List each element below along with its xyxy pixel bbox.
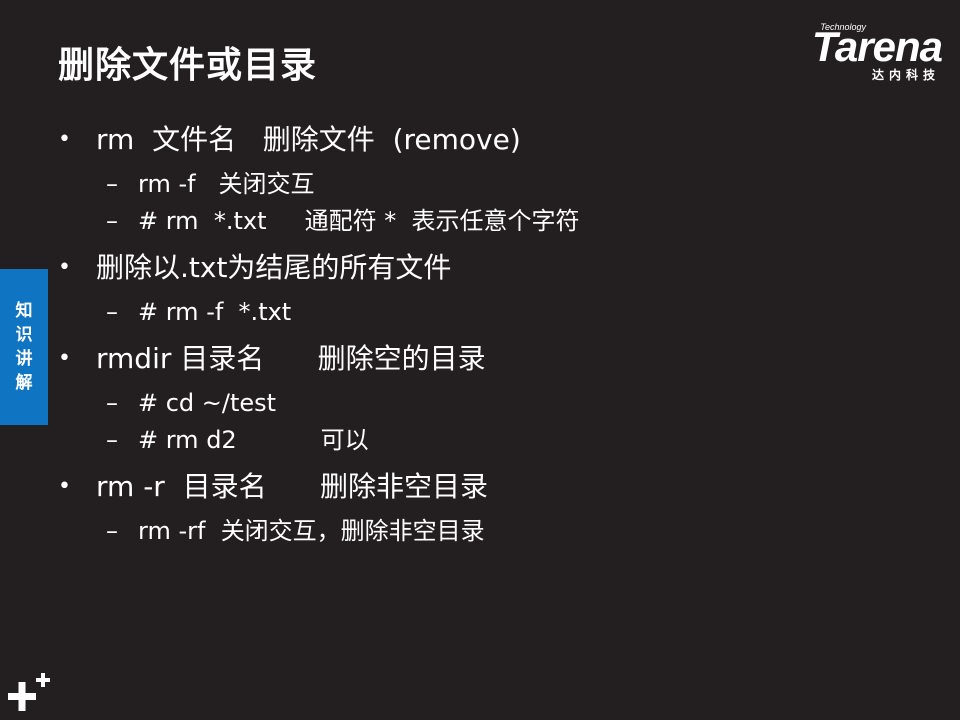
sub-item-text: # cd ~/test [138,389,277,417]
bullet-marker: • [58,474,71,499]
bullet-item: • 删除以.txt为结尾的所有文件 [58,248,938,288]
dash-marker: – [106,207,118,235]
dash-marker: – [106,298,118,326]
bullet-text: rm 文件名 删除文件 (remove) [96,123,521,156]
bullet-marker: • [58,255,71,280]
side-tab-char: 解 [15,373,33,393]
slide-body: • rm 文件名 删除文件 (remove) – rm -f 关闭交互 – # rm … [58,120,938,550]
bullet-text: rmdir 目录名 删除空的目录 [96,342,486,375]
sub-item: – # rm -f *.txt [58,294,938,331]
logo-wordmark: Tarena [811,23,943,70]
sub-item: – # cd ~/test [58,385,938,422]
side-tab-char: 知 [15,301,33,321]
bullet-text: rm -r 目录名 删除非空目录 [96,470,489,503]
bullet-marker: • [58,346,71,371]
sub-item-text: # rm d2 可以 [138,426,369,454]
bullet-item: • rmdir 目录名 删除空的目录 [58,339,938,379]
bullet-marker: • [58,127,71,152]
sub-item: – rm -rf 关闭交互，删除非空目录 [58,513,938,550]
tarena-logo: Technology Tarena 达内科技 [780,22,943,84]
bullet-item: • rm 文件名 删除文件 (remove) [58,120,938,160]
side-tab-char: 识 [15,325,33,345]
sub-item-text: # rm *.txt 通配符 * 表示任意个字符 [138,207,580,235]
plus-icon [8,673,50,711]
side-tab-knowledge: 知 识 讲 解 [0,269,48,425]
sub-item-text: # rm -f *.txt [138,298,292,326]
sub-item: – # rm *.txt 通配符 * 表示任意个字符 [58,203,938,240]
side-tab-char: 讲 [15,349,33,369]
dash-marker: – [106,170,118,198]
bullet-item: • rm -r 目录名 删除非空目录 [58,467,938,507]
logo-subtitle: 达内科技 [871,68,940,82]
sub-item: – rm -f 关闭交互 [58,166,938,203]
slide-title: 删除文件或目录 [58,45,318,86]
dash-marker: – [106,389,118,417]
sub-item-text: rm -rf 关闭交互，删除非空目录 [138,517,485,545]
dash-marker: – [106,517,118,545]
sub-item: – # rm d2 可以 [58,422,938,459]
sub-item-text: rm -f 关闭交互 [138,170,315,198]
dash-marker: – [106,426,118,454]
bullet-text: 删除以.txt为结尾的所有文件 [96,251,452,284]
